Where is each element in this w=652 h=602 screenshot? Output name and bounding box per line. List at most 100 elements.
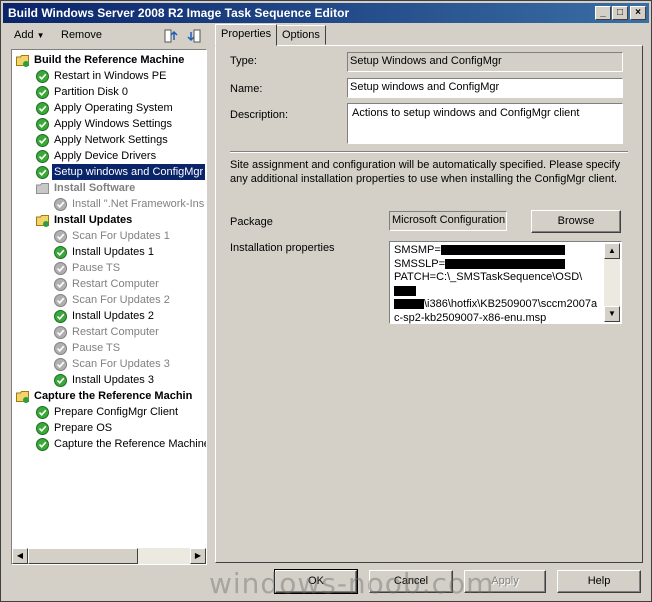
- scroll-right-icon[interactable]: ▶: [190, 548, 206, 564]
- tree-item-label: Setup windows and ConfigMgr: [50, 163, 206, 181]
- help-button[interactable]: Help: [557, 570, 641, 593]
- description-input[interactable]: Actions to setup windows and ConfigMgr c…: [347, 103, 623, 144]
- tree-step[interactable]: Restart Computer: [12, 324, 206, 340]
- tree-step[interactable]: Restart in Windows PE: [12, 68, 206, 84]
- tree-step[interactable]: Apply Device Drivers: [12, 148, 206, 164]
- browse-button[interactable]: Browse: [531, 210, 621, 233]
- maximize-icon[interactable]: □: [612, 6, 628, 20]
- tree-item-label: Pause TS: [72, 342, 121, 354]
- minimize-icon[interactable]: _: [595, 6, 611, 20]
- title-bar: Build Windows Server 2008 R2 Image Task …: [3, 3, 649, 23]
- step-disabled-icon: [54, 278, 67, 291]
- tree-item-label: Apply Operating System: [54, 102, 173, 114]
- window-title: Build Windows Server 2008 R2 Image Task …: [8, 6, 350, 20]
- tree-item-label: Install ".Net Framework-Ins: [72, 198, 205, 210]
- check-circle-icon: [54, 310, 67, 323]
- package-label: Package: [230, 216, 273, 228]
- scroll-left-icon[interactable]: ◀: [12, 548, 28, 564]
- step-disabled-icon: [54, 198, 67, 211]
- remove-button[interactable]: Remove: [61, 29, 102, 41]
- tree-step[interactable]: Restart Computer: [12, 276, 206, 292]
- tree-group[interactable]: Capture the Reference Machin: [12, 388, 206, 404]
- tree-step[interactable]: Scan For Updates 2: [12, 292, 206, 308]
- tree-item-label: Restart Computer: [72, 326, 159, 338]
- tree-item-label: Partition Disk 0: [54, 86, 128, 98]
- folder-disabled-icon: [36, 183, 49, 194]
- tree-item-label: Install Updates 3: [72, 374, 154, 386]
- check-circle-icon: [36, 134, 49, 147]
- tree-step[interactable]: Apply Network Settings: [12, 132, 206, 148]
- tree-item-label: Install Updates 1: [72, 246, 154, 258]
- tab-options[interactable]: Options: [276, 25, 326, 45]
- tree-item-label: Capture the Reference Machine: [54, 438, 207, 450]
- check-circle-icon: [36, 150, 49, 163]
- tree-horizontal-scrollbar[interactable]: ◀ ▶: [12, 548, 206, 564]
- check-circle-icon: [54, 246, 67, 259]
- scroll-up-icon[interactable]: ▲: [604, 243, 620, 259]
- redacted-block: [394, 285, 416, 296]
- tree-item-label: Apply Network Settings: [54, 134, 168, 146]
- tree-group[interactable]: Build the Reference Machine: [12, 52, 206, 68]
- tree-item-label: Prepare ConfigMgr Client: [54, 406, 179, 418]
- move-up-icon[interactable]: [163, 28, 179, 44]
- tree-step[interactable]: Partition Disk 0: [12, 84, 206, 100]
- tree-step[interactable]: Scan For Updates 3: [12, 356, 206, 372]
- task-sequence-tree[interactable]: Build the Reference Machine Restart in Wi…: [11, 49, 207, 565]
- tree-step[interactable]: Install Updates 2: [12, 308, 206, 324]
- tree-item-label: Restart Computer: [72, 278, 159, 290]
- redacted-block: [394, 299, 424, 310]
- move-down-icon[interactable]: [186, 28, 202, 44]
- type-label: Type:: [230, 55, 257, 67]
- tree-step[interactable]: Pause TS: [12, 340, 206, 356]
- scrollbar-thumb[interactable]: [28, 548, 138, 564]
- step-disabled-icon: [54, 262, 67, 275]
- tree-step[interactable]: Scan For Updates 1: [12, 228, 206, 244]
- ok-button[interactable]: OK: [274, 569, 358, 594]
- check-circle-icon: [36, 422, 49, 435]
- tree-step[interactable]: Install Updates 1: [12, 244, 206, 260]
- tree-item-label: Pause TS: [72, 262, 121, 274]
- apply-button[interactable]: Apply: [464, 570, 546, 593]
- redacted-block: [440, 245, 565, 256]
- tree-group[interactable]: Install Software: [12, 180, 206, 196]
- tree-step[interactable]: Prepare OS: [12, 420, 206, 436]
- installation-properties-label: Installation properties: [230, 242, 335, 254]
- description-label: Description:: [230, 109, 289, 121]
- tree-step[interactable]: Apply Windows Settings: [12, 116, 206, 132]
- folder-icon: [16, 391, 29, 403]
- cancel-button[interactable]: Cancel: [369, 570, 453, 593]
- tree-item-label: Restart in Windows PE: [54, 70, 167, 82]
- step-disabled-icon: [54, 326, 67, 339]
- tree-item-label: Install Updates 2: [72, 310, 154, 322]
- tree-step[interactable]: Apply Operating System: [12, 100, 206, 116]
- close-icon[interactable]: ×: [630, 6, 646, 20]
- tree-step[interactable]: Prepare ConfigMgr Client: [12, 404, 206, 420]
- tree-group[interactable]: Install Updates: [12, 212, 206, 228]
- step-disabled-icon: [54, 358, 67, 371]
- install-prop-line: c-sp2-kb2509007-x86-enu.msp: [394, 311, 547, 324]
- check-circle-icon: [36, 102, 49, 115]
- folder-icon: [16, 55, 29, 67]
- install-props-vertical-scrollbar[interactable]: ▲ ▼: [604, 243, 620, 322]
- package-field: Microsoft Configuration: [389, 211, 507, 231]
- check-circle-icon: [36, 70, 49, 83]
- install-prop-line: SMSSLP=: [394, 257, 446, 270]
- tree-item-label: Scan For Updates 2: [72, 294, 170, 306]
- name-label: Name:: [230, 83, 263, 95]
- tree-item-label: Apply Device Drivers: [54, 150, 157, 162]
- tree-step[interactable]: Setup windows and ConfigMgr: [12, 163, 206, 181]
- chevron-down-icon: ▼: [36, 31, 45, 40]
- add-menu-button[interactable]: Add ▼: [14, 29, 45, 41]
- tree-step[interactable]: Install Updates 3: [12, 372, 206, 388]
- step-disabled-icon: [54, 342, 67, 355]
- scroll-down-icon[interactable]: ▼: [604, 306, 620, 322]
- tree-step[interactable]: Install ".Net Framework-Ins: [12, 196, 206, 212]
- tree-step[interactable]: Capture the Reference Machine: [12, 436, 206, 452]
- tab-properties[interactable]: Properties: [215, 24, 278, 46]
- tree-item-label: Install Updates: [54, 214, 133, 226]
- check-circle-icon: [54, 374, 67, 387]
- tree-step[interactable]: Pause TS: [12, 260, 206, 276]
- name-input[interactable]: Setup windows and ConfigMgr: [347, 78, 623, 98]
- installation-properties-input[interactable]: SMSMP= SMSSLP= PATCH=C:\_SMSTaskSequence…: [389, 241, 622, 324]
- install-prop-line: PATCH=C:\_SMSTaskSequence\OSD\: [394, 271, 583, 283]
